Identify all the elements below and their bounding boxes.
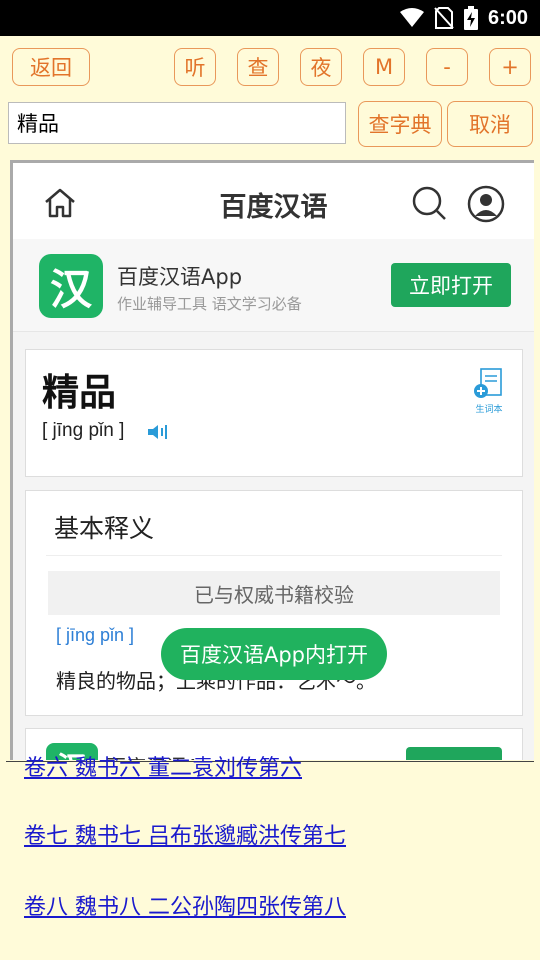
site-title: 百度汉语 bbox=[219, 192, 328, 223]
chapter-link[interactable]: 卷七 魏书七 吕布张邈臧洪传第七 bbox=[24, 818, 346, 850]
wordbook-button[interactable]: 生词本 bbox=[472, 366, 506, 415]
search-icon[interactable] bbox=[411, 185, 447, 221]
no-sim-icon bbox=[434, 7, 454, 29]
toolbar: 返回 听 查 夜 M - + bbox=[0, 36, 540, 100]
cancel-button[interactable]: 取消 bbox=[447, 101, 533, 147]
word-pinyin: [ jīng pǐn ] bbox=[42, 420, 125, 441]
section-title: 基本释义 bbox=[54, 514, 155, 543]
word-card: 精品 [ jīng pǐn ] 生词本 bbox=[25, 349, 523, 477]
open-app-button[interactable]: 立即打开 bbox=[391, 263, 511, 307]
app-banner: 汉 百度汉语App 作业辅导工具 语文学习必备 立即打开 bbox=[13, 239, 534, 332]
status-bar: 6:00 bbox=[0, 0, 540, 36]
chapter-link[interactable]: 卷八 魏书八 二公孙陶四张传第八 bbox=[24, 889, 346, 921]
open-in-app-toast[interactable]: 百度汉语App内打开 bbox=[161, 628, 387, 680]
battery-charging-icon bbox=[463, 6, 478, 30]
dictionary-button[interactable]: 查字典 bbox=[358, 101, 442, 147]
wordbook-label: 生词本 bbox=[475, 405, 503, 415]
section-divider bbox=[46, 555, 502, 556]
font-decrease-button[interactable]: - bbox=[426, 48, 468, 86]
status-icons: 6:00 bbox=[399, 0, 528, 36]
search-row: 查字典 取消 bbox=[0, 100, 540, 150]
definition-pinyin: [ jīng pǐn ] bbox=[56, 625, 135, 645]
night-mode-button[interactable]: 夜 bbox=[300, 48, 342, 86]
font-increase-button[interactable]: + bbox=[489, 48, 531, 86]
back-button[interactable]: 返回 bbox=[12, 48, 90, 86]
search-input[interactable] bbox=[8, 102, 346, 144]
wordbook-icon bbox=[474, 368, 502, 398]
lookup-button[interactable]: 查 bbox=[237, 48, 279, 86]
app-logo: 汉 bbox=[39, 254, 103, 318]
wifi-icon bbox=[399, 8, 424, 27]
speaker-icon[interactable] bbox=[146, 422, 170, 442]
listen-button[interactable]: 听 bbox=[174, 48, 216, 86]
m-button[interactable]: M bbox=[363, 48, 405, 86]
word-heading: 精品 bbox=[42, 371, 116, 414]
banner-app-name: 百度汉语App bbox=[117, 265, 243, 289]
status-time: 6:00 bbox=[487, 6, 528, 29]
banner-subtitle: 作业辅导工具 语文学习必备 bbox=[117, 295, 302, 313]
web-view[interactable]: 百度汉语 汉 百度汉语App 作业辅导工具 语文学习必备 立即打开 精品 [ j… bbox=[10, 160, 534, 760]
user-icon[interactable] bbox=[467, 185, 505, 223]
site-header: 百度汉语 bbox=[13, 163, 534, 239]
bottom-open-button[interactable] bbox=[406, 747, 502, 760]
basic-definition-card: 基本释义 已与权威书籍校验 [ jīng pǐn ] 精良的物品；上乘的作品：艺… bbox=[25, 490, 523, 716]
verified-badge: 已与权威书籍校验 bbox=[48, 571, 500, 615]
chapter-link[interactable]: 卷六 魏书六 董二袁刘传第六 bbox=[24, 750, 302, 782]
